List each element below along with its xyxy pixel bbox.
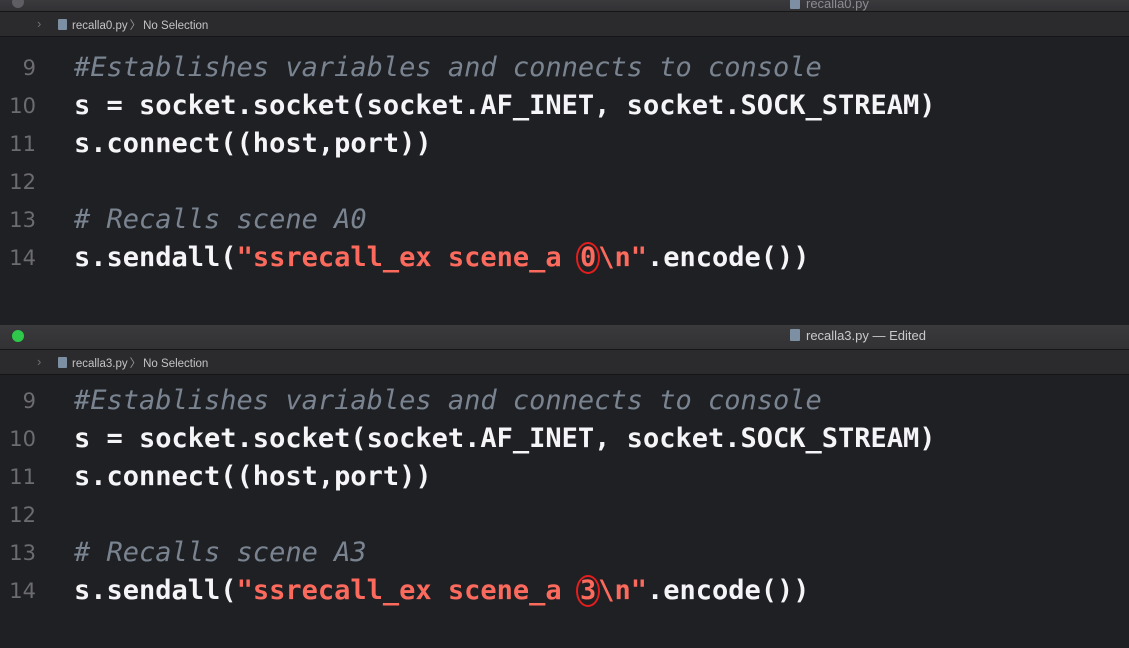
line-text: #Establishes variables and connects to c… (74, 382, 822, 420)
breadcrumb-file[interactable]: recalla3.py (72, 358, 128, 370)
breadcrumb[interactable]: recalla0.py 〉 No Selection (58, 17, 208, 33)
breadcrumb-separator: 〉 (129, 20, 142, 32)
line-number: 13 (9, 208, 36, 232)
breadcrumb-separator: 〉 (129, 358, 142, 370)
close-window-button[interactable] (12, 0, 24, 8)
line-text: s = socket.socket(socket.AF_INET, socket… (74, 420, 936, 458)
line-text: s = socket.socket(socket.AF_INET, socket… (74, 87, 936, 125)
breadcrumb-selection[interactable]: No Selection (143, 20, 208, 32)
breadcrumb-selection[interactable]: No Selection (143, 358, 208, 370)
code-token: s.sendall( (74, 242, 237, 273)
code-token: .encode()) (646, 242, 810, 273)
jump-bar: › recalla0.py 〉 No Selection (0, 12, 1129, 37)
python-file-icon (790, 0, 800, 9)
code-editor[interactable]: 9 #Establishes variables and connects to … (0, 37, 1129, 277)
code-token: s.connect((host,port)) (74, 461, 432, 492)
code-comment: # Recalls scene A3 (74, 537, 367, 568)
jump-bar: › recalla3.py 〉 No Selection (0, 350, 1129, 375)
string-literal: \n" (598, 242, 647, 273)
circled-scene-number: 0 (575, 242, 601, 274)
line-number: 12 (9, 170, 36, 194)
line-text: #Establishes variables and connects to c… (74, 49, 822, 87)
line-number: 11 (9, 132, 36, 156)
editor-window-bottom: recalla3.py — Edited › recalla3.py 〉 No Se… (0, 325, 1129, 648)
string-literal: "ssrecall_ex scene_a (236, 242, 578, 273)
line-text: s.connect((host,port)) (74, 458, 432, 496)
code-token: s = socket.socket(socket.AF_INET, socket… (74, 423, 936, 454)
code-line[interactable]: 14 s.sendall("ssrecall_ex scene_a 0\n".en… (0, 239, 1129, 277)
close-window-button[interactable] (12, 330, 24, 342)
code-line[interactable]: 9 #Establishes variables and connects to … (0, 382, 1129, 420)
string-literal: \n" (598, 575, 647, 606)
code-comment: # Recalls scene A0 (74, 204, 367, 235)
line-number: 13 (9, 541, 36, 565)
line-text: # Recalls scene A3 (74, 534, 367, 572)
line-number: 9 (22, 56, 36, 80)
window-title: recalla0.py (790, 0, 869, 11)
code-line[interactable]: 14 s.sendall("ssrecall_ex scene_a 3\n".en… (0, 572, 1129, 610)
breadcrumb[interactable]: recalla3.py 〉 No Selection (58, 355, 208, 371)
chevron-right-icon[interactable]: › (37, 354, 41, 369)
line-number: 10 (9, 427, 36, 451)
code-editor[interactable]: 9 #Establishes variables and connects to … (0, 375, 1129, 610)
code-line[interactable]: 13 # Recalls scene A0 (0, 201, 1129, 239)
line-text: s.sendall("ssrecall_ex scene_a 0\n".enco… (74, 239, 810, 277)
code-token: s.sendall( (74, 575, 237, 606)
code-line[interactable]: 12 (0, 163, 1129, 201)
chevron-right-icon[interactable]: › (37, 16, 41, 31)
code-comment: #Establishes variables and connects to c… (74, 385, 822, 416)
code-line[interactable]: 10 s = socket.socket(socket.AF_INET, sock… (0, 420, 1129, 458)
line-text: # Recalls scene A0 (74, 201, 367, 239)
code-line[interactable]: 10 s = socket.socket(socket.AF_INET, sock… (0, 87, 1129, 125)
code-line[interactable]: 11 s.connect((host,port)) (0, 458, 1129, 496)
window-titlebar: recalla3.py — Edited (0, 325, 1129, 350)
line-number: 9 (22, 389, 36, 413)
python-file-icon (58, 357, 67, 368)
python-file-icon (790, 329, 800, 341)
breadcrumb-file[interactable]: recalla0.py (72, 20, 128, 32)
line-number: 14 (9, 246, 36, 270)
line-text: s.connect((host,port)) (74, 125, 432, 163)
line-text: s.sendall("ssrecall_ex scene_a 3\n".enco… (74, 572, 810, 610)
circled-scene-number: 3 (575, 575, 601, 607)
line-number: 11 (9, 465, 36, 489)
code-line[interactable]: 11 s.connect((host,port)) (0, 125, 1129, 163)
python-file-icon (58, 19, 67, 30)
line-number: 10 (9, 94, 36, 118)
code-line[interactable]: 13 # Recalls scene A3 (0, 534, 1129, 572)
line-number: 14 (9, 579, 36, 603)
code-line[interactable]: 12 (0, 496, 1129, 534)
line-number: 12 (9, 503, 36, 527)
code-line[interactable]: 9 #Establishes variables and connects to … (0, 49, 1129, 87)
code-token: s.connect((host,port)) (74, 128, 432, 159)
editor-window-top: recalla0.py › recalla0.py 〉 No Selection 9… (0, 0, 1129, 325)
code-token: s = socket.socket(socket.AF_INET, socket… (74, 90, 936, 121)
code-token: .encode()) (646, 575, 810, 606)
window-titlebar: recalla0.py (0, 0, 1129, 12)
code-comment: #Establishes variables and connects to c… (74, 52, 822, 83)
window-title: recalla3.py — Edited (790, 328, 926, 343)
string-literal: "ssrecall_ex scene_a (236, 575, 578, 606)
